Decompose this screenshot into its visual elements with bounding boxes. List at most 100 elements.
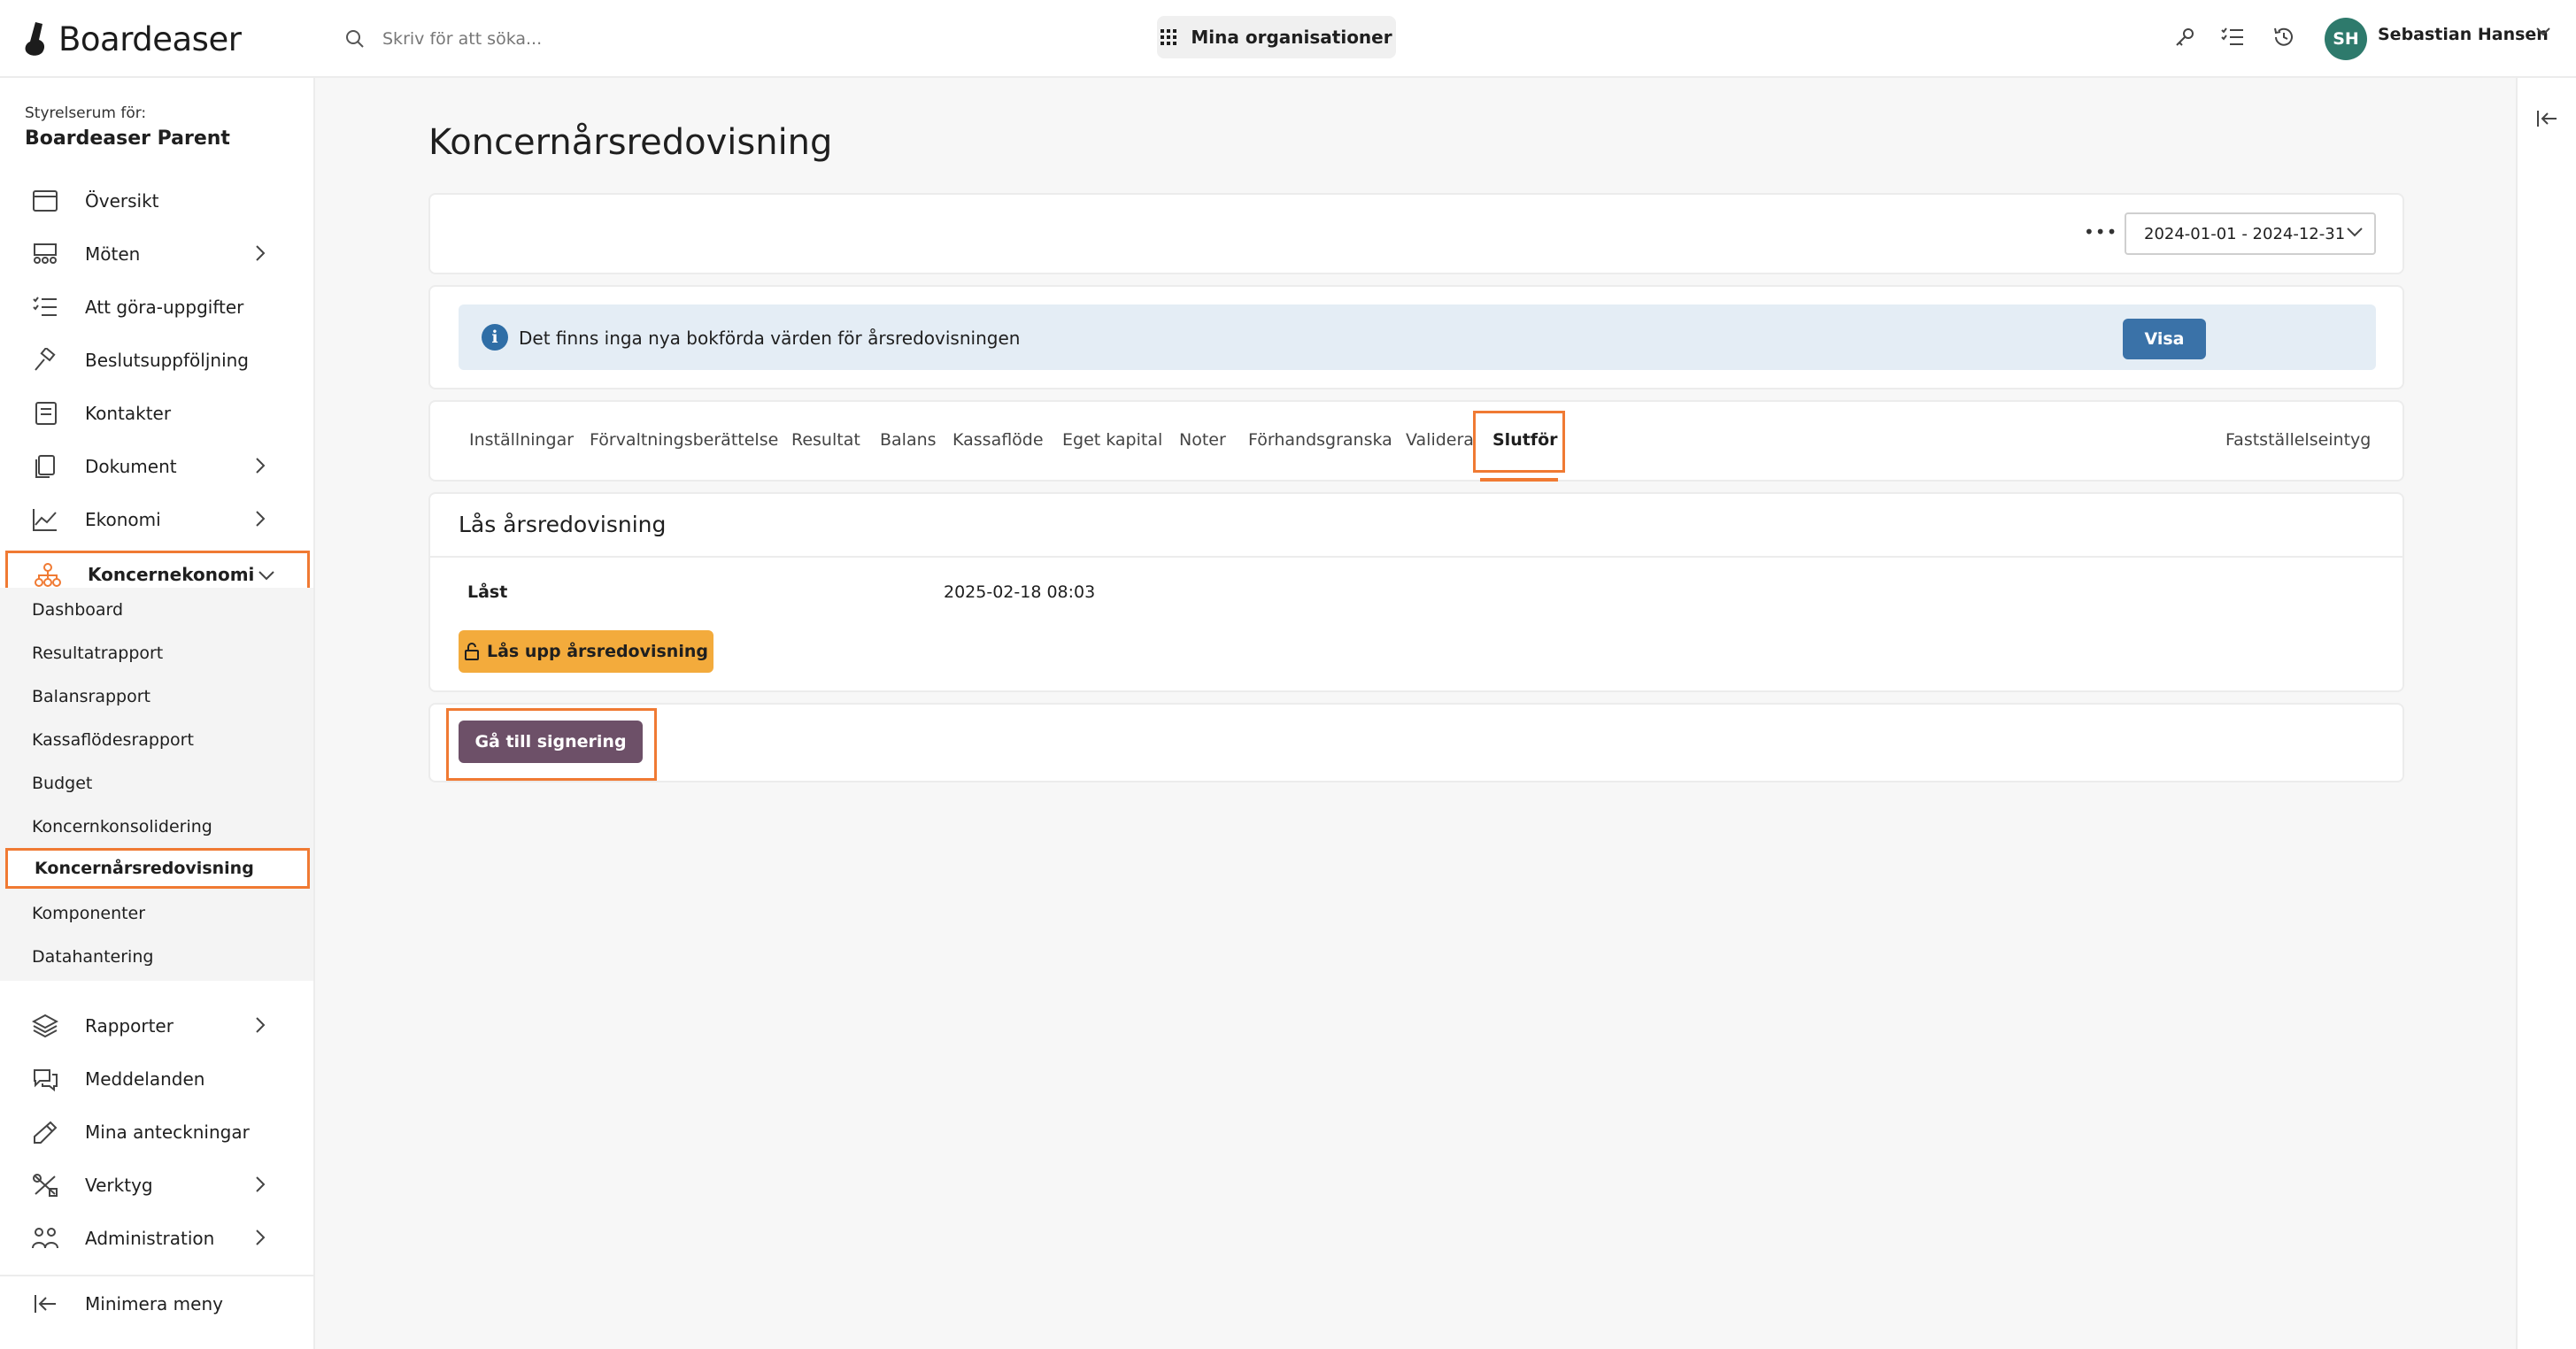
submenu-item-label: Balansrapport: [32, 687, 151, 706]
tab-forvaltningsberattelse[interactable]: Förvaltningsberättelse: [590, 430, 778, 450]
sidebar-item-label: Verktyg: [85, 1175, 153, 1196]
submenu-item-koncernkonsolidering[interactable]: Koncernkonsolidering: [0, 806, 313, 847]
sidebar-item-att-gora[interactable]: Att göra-uppgifter: [0, 283, 315, 331]
submenu-item-dashboard[interactable]: Dashboard: [0, 590, 313, 630]
document-icon: [35, 455, 55, 478]
chevron-right-icon: [256, 1176, 266, 1192]
chevron-right-icon: [256, 458, 266, 474]
my-organizations-label: Mina organisationer: [1191, 27, 1392, 48]
info-message: Det finns inga nya bokförda värden för å…: [519, 328, 1021, 349]
lock-card: Lås årsredovisning Låst 2025-02-18 08:03…: [428, 492, 2404, 692]
tab-faststallelseintyg[interactable]: Fastställelseintyg: [2225, 430, 2371, 450]
chevron-down-icon: [258, 571, 274, 581]
submenu-item-label: Dashboard: [32, 600, 124, 620]
right-panel: [2516, 78, 2576, 1349]
locked-label: Låst: [467, 582, 508, 602]
unlock-button[interactable]: Lås upp årsredovisning: [459, 630, 713, 673]
submenu-item-koncernarsredovisning[interactable]: Koncernårsredovisning: [5, 848, 310, 889]
collapse-panel-icon[interactable]: [2535, 108, 2558, 129]
submenu-item-kassaflodesrapport[interactable]: Kassaflödesrapport: [0, 720, 313, 760]
users-icon: [32, 1228, 58, 1249]
sidebar-item-kontakter[interactable]: Kontakter: [0, 389, 315, 437]
sidebar-item-label: Rapporter: [85, 1015, 174, 1037]
tasks-icon[interactable]: [2218, 23, 2247, 51]
chevron-down-icon: [2347, 227, 2363, 237]
tab-installningar[interactable]: Inställningar: [469, 430, 574, 450]
submenu-item-komponenter[interactable]: Komponenter: [0, 893, 313, 934]
lock-divider: [430, 556, 2402, 558]
sidebar-item-beslutsuppfoljning[interactable]: Beslutsuppföljning: [0, 336, 315, 384]
sidebar-item-verktyg[interactable]: Verktyg: [0, 1161, 315, 1209]
boardroom-caption: Styrelserum för:: [25, 104, 147, 122]
submenu-item-label: Kassaflödesrapport: [32, 730, 194, 750]
tab-resultat[interactable]: Resultat: [791, 430, 860, 450]
more-options-icon[interactable]: •••: [2084, 221, 2117, 243]
chevron-down-icon[interactable]: [2535, 27, 2551, 37]
search-input[interactable]: Skriv för att söka...: [382, 29, 542, 49]
tab-noter[interactable]: Noter: [1179, 430, 1226, 450]
tab-kassaflode[interactable]: Kassaflöde: [953, 430, 1044, 450]
sidebar-item-rapporter[interactable]: Rapporter: [0, 1002, 315, 1050]
tab-validera[interactable]: Validera: [1406, 430, 1474, 450]
sidebar: Styrelserum för: Boardeaser Parent Övers…: [0, 78, 315, 1349]
calendar-icon: [33, 190, 58, 212]
gavel-icon: [35, 348, 56, 371]
sidebar-item-administration[interactable]: Administration: [0, 1214, 315, 1262]
sidebar-item-label: Mina anteckningar: [85, 1122, 250, 1143]
chart-line-icon: [33, 509, 57, 531]
chevron-right-icon: [256, 245, 266, 261]
my-organizations-button[interactable]: Mina organisationer: [1157, 16, 1396, 58]
tab-balans[interactable]: Balans: [880, 430, 937, 450]
info-alert: i Det finns inga nya bokförda värden för…: [459, 304, 2376, 370]
submenu-item-budget[interactable]: Budget: [0, 763, 313, 804]
sidebar-item-mina-anteckningar[interactable]: Mina anteckningar: [0, 1108, 315, 1156]
sidebar-item-label: Ekonomi: [85, 509, 161, 530]
sidebar-item-label: Koncernekonomi: [88, 564, 255, 585]
contacts-icon: [35, 402, 57, 425]
sidebar-item-label: Dokument: [85, 456, 177, 477]
period-select[interactable]: 2024-01-01 - 2024-12-31: [2125, 212, 2376, 255]
sidebar-divider: [0, 1275, 313, 1276]
toolbar-card: ••• 2024-01-01 - 2024-12-31: [428, 193, 2404, 274]
unlock-button-label: Lås upp årsredovisning: [487, 642, 708, 661]
checklist-icon: [33, 297, 57, 316]
key-icon[interactable]: [2171, 23, 2199, 51]
sidebar-item-oversikt[interactable]: Översikt: [0, 177, 315, 225]
submenu-item-label: Datahantering: [32, 947, 154, 967]
org-tree-icon: [35, 563, 61, 587]
brand-logo[interactable]: Boardeaser: [23, 14, 242, 64]
sidebar-item-label: Administration: [85, 1228, 215, 1249]
search-bar[interactable]: Skriv för att söka...: [345, 19, 542, 58]
submenu-item-balansrapport[interactable]: Balansrapport: [0, 676, 313, 717]
show-button[interactable]: Visa: [2123, 319, 2206, 359]
tools-icon: [33, 1174, 58, 1197]
sidebar-item-label: Meddelanden: [85, 1068, 205, 1090]
sign-card: Gå till signering: [428, 703, 2404, 782]
submenu-item-resultatrapport[interactable]: Resultatrapport: [0, 633, 313, 674]
minimize-menu-button[interactable]: Minimera meny: [0, 1280, 315, 1328]
history-icon[interactable]: [2270, 23, 2298, 51]
sidebar-item-meddelanden[interactable]: Meddelanden: [0, 1055, 315, 1103]
tab-slutfor[interactable]: Slutför: [1492, 430, 1558, 450]
minimize-menu-label: Minimera meny: [85, 1293, 223, 1314]
tab-eget-kapital[interactable]: Eget kapital: [1062, 430, 1162, 450]
sidebar-item-label: Beslutsuppföljning: [85, 350, 249, 371]
sidebar-item-label: Kontakter: [85, 403, 172, 424]
top-bar: Boardeaser Skriv för att söka... Mina or…: [0, 0, 2576, 78]
info-card: i Det finns inga nya bokförda värden för…: [428, 285, 2404, 389]
chevron-right-icon: [256, 1017, 266, 1033]
lock-open-icon: [465, 643, 479, 660]
submenu-item-datahantering[interactable]: Datahantering: [0, 937, 313, 977]
sidebar-item-ekonomi[interactable]: Ekonomi: [0, 496, 315, 543]
organization-name: Boardeaser Parent: [25, 127, 230, 150]
tab-forhandsgranska[interactable]: Förhandsgranska: [1248, 430, 1392, 450]
sidebar-item-dokument[interactable]: Dokument: [0, 443, 315, 490]
avatar[interactable]: SH: [2325, 18, 2367, 60]
pencil-icon: [34, 1121, 58, 1144]
sidebar-item-moten[interactable]: Möten: [0, 230, 315, 278]
chevron-right-icon: [256, 511, 266, 527]
user-name[interactable]: Sebastian Hansen: [2378, 25, 2549, 44]
submenu-item-label: Koncernårsredovisning: [35, 859, 254, 878]
go-to-signing-button[interactable]: Gå till signering: [459, 721, 643, 763]
boardeaser-logo-icon: [25, 22, 45, 56]
